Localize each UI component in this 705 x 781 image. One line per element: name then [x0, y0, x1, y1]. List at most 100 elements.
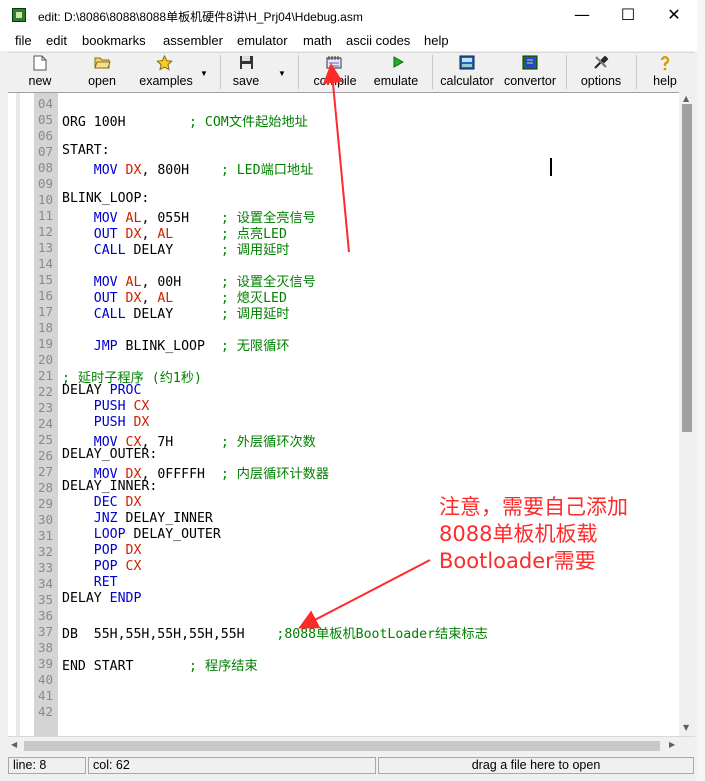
code-token: BLINK_LOOP: [117, 339, 221, 354]
toolbar-separator: [566, 55, 567, 89]
code-token: POP: [93, 559, 118, 574]
annotation-line: 8088单板机板载: [439, 522, 598, 546]
horizontal-scrollbar[interactable]: ◀ ▶: [8, 736, 695, 755]
code-line[interactable]: ORG 100H ; COM文件起始地址: [62, 111, 308, 130]
new-button[interactable]: new: [12, 53, 68, 91]
code-token: DELAY_OUTER: [125, 527, 221, 542]
scroll-up-icon[interactable]: ▲: [683, 94, 689, 103]
calculator-icon: [459, 55, 475, 71]
code-token: CX: [133, 399, 150, 414]
toolbar-separator: [432, 55, 433, 89]
code-line[interactable]: POP CX: [62, 559, 142, 574]
code-line[interactable]: END START ; 程序结束: [62, 655, 258, 674]
code-line[interactable]: JMP BLINK_LOOP ; 无限循环: [62, 335, 290, 354]
minimize-button[interactable]: —: [559, 0, 605, 32]
line-number: 07: [38, 144, 54, 159]
annotation-line: Bootloader需要: [439, 549, 596, 573]
vertical-scroll-thumb[interactable]: [682, 104, 692, 432]
code-line[interactable]: START:: [62, 143, 110, 158]
code-token: ENDP: [109, 591, 142, 606]
line-number: 38: [38, 640, 54, 655]
calculator-button[interactable]: calculator: [436, 53, 498, 91]
title-bar: edit: D:\8086\8088\8088单板机硬件8讲\H_Prj04\H…: [0, 0, 705, 32]
window-edge: [697, 0, 705, 781]
code-line[interactable]: JNZ DELAY_INNER: [62, 511, 213, 526]
close-button[interactable]: ✕: [651, 0, 697, 32]
code-line[interactable]: DELAY_OUTER:: [62, 447, 157, 462]
code-token: DX: [125, 543, 142, 558]
save-dropdown-icon[interactable]: ▼: [278, 69, 286, 78]
code-line[interactable]: DELAY ENDP: [62, 591, 141, 606]
text-cursor: [550, 158, 552, 176]
menu-help[interactable]: help: [424, 33, 449, 48]
code-line[interactable]: DELAY_INNER:: [62, 479, 157, 494]
line-number: 23: [38, 400, 54, 415]
maximize-button[interactable]: ☐: [605, 0, 651, 32]
bookmark-strip[interactable]: [16, 93, 20, 737]
help-button[interactable]: help: [640, 53, 690, 91]
line-number: 29: [38, 496, 54, 511]
menu-bookmarks[interactable]: bookmarks: [82, 33, 146, 48]
scroll-right-icon[interactable]: ▶: [669, 740, 675, 749]
line-number: 24: [38, 416, 54, 431]
menu-file[interactable]: file: [15, 33, 32, 48]
emulate-button[interactable]: emulate: [366, 53, 426, 91]
options-button[interactable]: options: [570, 53, 632, 91]
menu-assembler[interactable]: assembler: [163, 33, 223, 48]
code-token: BLINK_LOOP:: [62, 191, 150, 206]
code-token: ; 调用延时: [220, 243, 290, 258]
examples-dropdown-icon[interactable]: ▼: [200, 69, 208, 78]
menu-math[interactable]: math: [303, 33, 332, 48]
compile-button[interactable]: compile: [304, 53, 366, 91]
scroll-left-icon[interactable]: ◀: [11, 740, 17, 749]
code-line[interactable]: POP DX: [62, 543, 142, 558]
code-line[interactable]: LOOP DELAY_OUTER: [62, 527, 221, 542]
code-line[interactable]: MOV DX, 800H ; LED端口地址: [62, 159, 314, 178]
code-editor[interactable]: 04 05 ORG 100H ; COM文件起始地址 06 07 START: 08 MOV…: [8, 92, 679, 737]
line-number: 10: [38, 192, 54, 207]
toolbar-separator: [298, 55, 299, 89]
code-line[interactable]: CALL DELAY ; 调用延时: [62, 239, 290, 258]
open-button[interactable]: open: [72, 53, 132, 91]
examples-button[interactable]: examples ▼: [132, 53, 216, 91]
code-token: CX: [125, 559, 142, 574]
code-line[interactable]: CALL DELAY ; 调用延时: [62, 303, 290, 322]
code-line[interactable]: DELAY PROC: [62, 383, 141, 398]
menu-emulator[interactable]: emulator: [237, 33, 288, 48]
toolbar-separator: [220, 55, 221, 89]
vertical-scrollbar[interactable]: ▲ ▼: [679, 92, 695, 736]
code-token: DELAY: [62, 383, 110, 398]
horizontal-scroll-thumb[interactable]: [24, 741, 660, 751]
save-button[interactable]: save ▼: [222, 53, 294, 91]
line-number: 04: [38, 96, 54, 111]
tools-icon: [593, 55, 609, 71]
code-line[interactable]: PUSH CX: [62, 399, 150, 414]
code-token: JMP: [93, 339, 118, 354]
code-line[interactable]: PUSH DX: [62, 415, 150, 430]
menu-bar: file edit bookmarks assembler emulator m…: [0, 32, 705, 51]
code-line[interactable]: DB 55H,55H,55H,55H,55H ;8088单板机BootLoade…: [62, 623, 488, 642]
line-number: 39: [38, 656, 54, 671]
line-number: 16: [38, 288, 54, 303]
line-number: 05: [38, 112, 54, 127]
line-number: 13: [38, 240, 54, 255]
code-token: CALL: [93, 307, 126, 322]
code-token: PUSH: [93, 415, 126, 430]
code-line[interactable]: DEC DX: [62, 495, 142, 510]
code-token: DX: [125, 163, 142, 178]
convertor-button[interactable]: convertor: [498, 53, 562, 91]
menu-ascii-codes[interactable]: ascii codes: [346, 33, 410, 48]
code-line[interactable]: BLINK_LOOP:: [62, 191, 149, 206]
menu-edit[interactable]: edit: [46, 33, 67, 48]
scroll-down-icon[interactable]: ▼: [683, 723, 689, 732]
code-token: END START: [62, 659, 190, 674]
folder-open-icon: [94, 55, 111, 71]
code-line[interactable]: RET: [62, 575, 118, 590]
code-token: , 800H: [141, 163, 221, 178]
